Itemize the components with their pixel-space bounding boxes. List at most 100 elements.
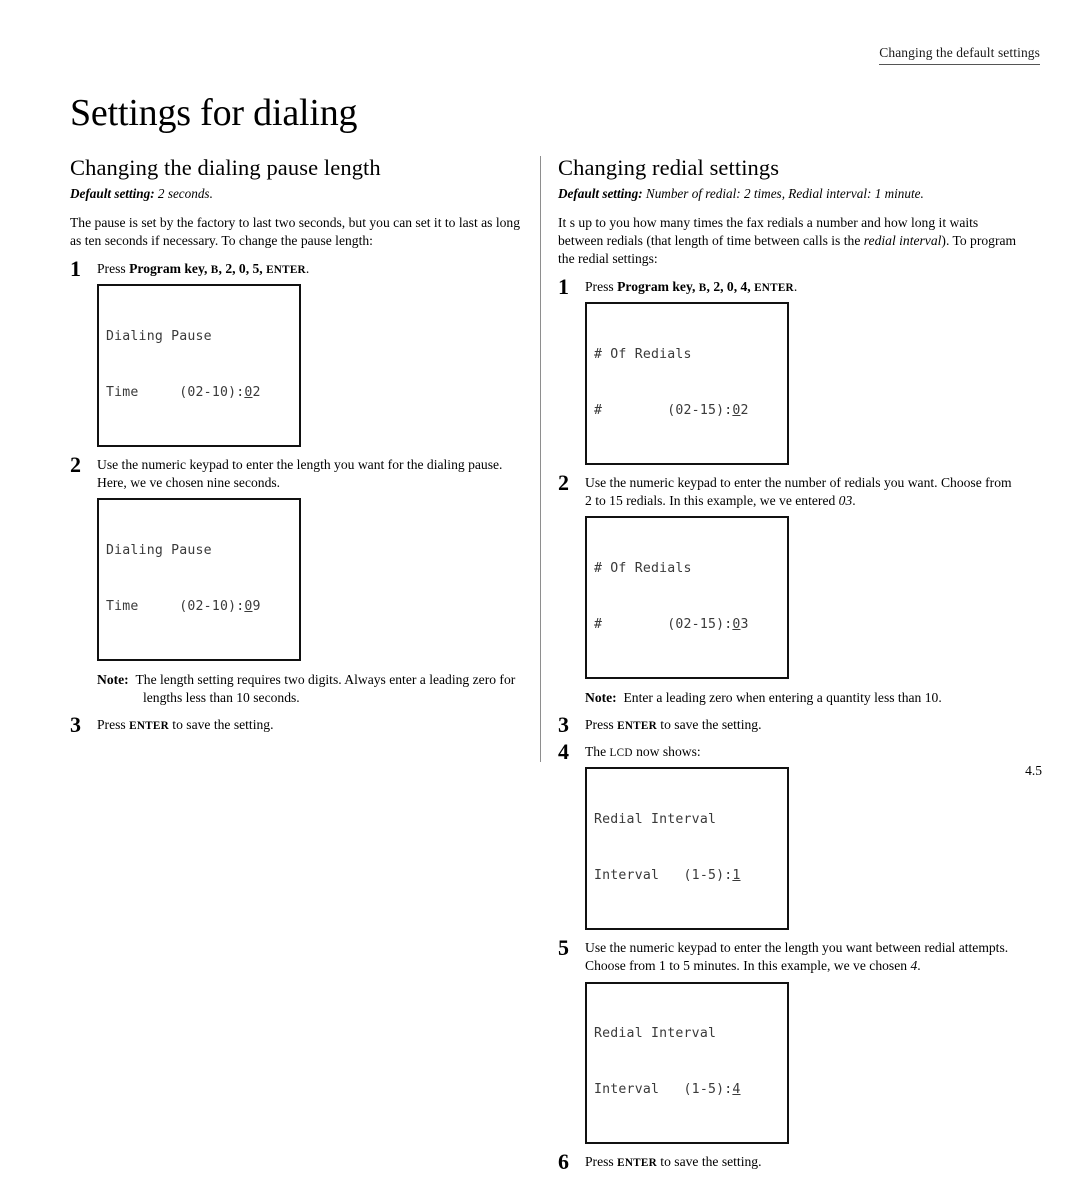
right-lcd-display-4: Redial Interval Interval (1-5):4 — [585, 981, 789, 1145]
left-section-title: Changing the dialing pause length — [70, 155, 381, 180]
right-step-3: 3 Press ENTER to save the setting. — [558, 712, 1018, 737]
right-intro-paragraph: It s up to you how many times the fax re… — [558, 214, 1018, 268]
right-lcd-2-line-2: # (02-15):03 — [594, 616, 780, 635]
right-lcd-4-cursor-digit: 4 — [732, 1082, 741, 1098]
left-step-1-enter-key: ENTER — [266, 264, 306, 277]
right-step-5-number: 5 — [558, 935, 569, 961]
page-number: 4.5 — [1025, 763, 1042, 778]
right-step-6-enter-key: ENTER — [617, 1157, 657, 1170]
right-default-setting: Default setting: Number of redial: 2 tim… — [558, 185, 1018, 202]
right-lcd-1-cursor-digit: 0 — [732, 403, 741, 419]
right-step-4-text: The LCD now shows: — [585, 743, 1018, 761]
right-step-6: 6 Press ENTER to save the setting. — [558, 1149, 1018, 1174]
left-lcd-2-line-2-post: 9 — [252, 598, 261, 614]
right-step-1-text: Press Program key, B, 2, 0, 4, ENTER. — [585, 278, 1018, 296]
right-step-2: 2 Use the numeric keypad to enter the nu… — [558, 470, 1018, 680]
right-step-5-pre: Use the numeric keypad to enter the leng… — [585, 940, 1009, 974]
right-lcd-4-line-2: Interval (1-5):4 — [594, 1081, 780, 1100]
right-step-6-post: to save the setting. — [656, 1154, 762, 1170]
left-step-1-key-b: B — [210, 264, 219, 277]
right-step-6-pre: Press — [585, 1154, 618, 1170]
running-header: Changing the default settings — [879, 44, 1040, 66]
right-step-5-italic-value: 4 — [910, 958, 918, 974]
right-lcd-2-line-2-post: 3 — [740, 617, 749, 633]
right-lcd-4-line-1: Redial Interval — [594, 1025, 717, 1041]
right-step-1-number: 1 — [558, 274, 569, 300]
left-step-1-keys: , 2, 0, 5, — [218, 261, 267, 277]
right-lcd-4-line-2-pre: Interval (1-5): — [594, 1082, 733, 1098]
right-default-setting-label: Default setting: — [558, 185, 643, 201]
left-step-3-pre: Press — [97, 717, 130, 733]
right-step-2-italic-value: 03 — [838, 493, 853, 509]
left-step-1-bold: Program key, — [129, 261, 211, 277]
right-lcd-2-cursor-digit: 0 — [732, 617, 741, 633]
right-lcd-display-1: # Of Redials # (02-15):02 — [585, 302, 789, 466]
right-lcd-1-line-1: # Of Redials — [594, 346, 692, 362]
right-step-3-pre: Press — [585, 717, 618, 733]
left-lcd-1-cursor-digit: 0 — [244, 384, 253, 400]
left-lcd-display-2: Dialing Pause Time (02-10):09 — [97, 498, 301, 662]
left-step-1-post: . — [305, 261, 310, 277]
right-lcd-1-line-2: # (02-15):02 — [594, 402, 780, 421]
right-step-6-text: Press ENTER to save the setting. — [585, 1153, 1018, 1171]
left-lcd-1-line-2: Time (02-10):02 — [106, 384, 292, 403]
right-step-1: 1 Press Program key, B, 2, 0, 4, ENTER. … — [558, 274, 1018, 466]
left-step-3-text: Press ENTER to save the setting. — [97, 716, 520, 734]
right-lcd-3-line-2-pre: Interval (1-5): — [594, 868, 733, 884]
left-lcd-display-1: Dialing Pause Time (02-10):02 — [97, 284, 301, 448]
left-step-1-pre: Press — [97, 261, 130, 277]
right-intro-italic: redial interval — [863, 233, 942, 249]
right-step-5-text: Use the numeric keypad to enter the leng… — [585, 939, 1018, 975]
left-step-2-number: 2 — [70, 452, 81, 478]
left-lcd-1-line-2-post: 2 — [252, 384, 261, 400]
right-step-1-post: . — [793, 279, 798, 295]
right-step-1-keys: , 2, 0, 4, — [706, 279, 755, 295]
right-step-5-post: . — [917, 958, 921, 974]
right-lcd-2-line-2-pre: # (02-15): — [594, 617, 733, 633]
left-column: Changing the dialing pause length Defaul… — [70, 155, 521, 737]
right-step-1-pre: Press — [585, 279, 618, 295]
left-intro-paragraph: The pause is set by the factory to last … — [70, 215, 521, 249]
left-step-1: 1 Press Program key, B, 2, 0, 5, ENTER. … — [70, 256, 520, 448]
left-step-3: 3 Press ENTER to save the setting. — [70, 712, 520, 737]
left-step-1-text: Press Program key, B, 2, 0, 5, ENTER. — [97, 260, 520, 278]
right-step-2-text: Use the numeric keypad to enter the numb… — [585, 474, 1018, 510]
right-step-3-text: Press ENTER to save the setting. — [585, 716, 1018, 734]
left-lcd-2-line-1: Dialing Pause — [106, 542, 212, 558]
right-default-setting-value: Number of redial: 2 times, Redial interv… — [642, 185, 924, 201]
right-note-label: Note: — [585, 690, 617, 706]
left-lcd-2-line-2: Time (02-10):09 — [106, 598, 292, 617]
right-step-3-number: 3 — [558, 712, 569, 738]
running-header-rule — [879, 64, 1040, 66]
left-step-3-enter-key: ENTER — [129, 720, 169, 733]
right-step-5: 5 Use the numeric keypad to enter the le… — [558, 935, 1018, 1145]
left-step-2-text: Use the numeric keypad to enter the leng… — [97, 457, 503, 491]
right-step-4-pre: The — [585, 744, 610, 760]
right-lcd-display-3: Redial Interval Interval (1-5):1 — [585, 767, 789, 931]
right-step-1-bold: Program key, — [617, 279, 699, 295]
left-step-3-number: 3 — [70, 712, 81, 738]
left-default-setting-label: Default setting: — [70, 185, 155, 201]
left-lcd-1-line-2-pre: Time (02-10): — [106, 384, 245, 400]
right-lcd-3-line-2: Interval (1-5):1 — [594, 867, 780, 886]
right-step-2-pre: Use the numeric keypad to enter the numb… — [585, 475, 1012, 509]
right-step-1-enter-key: ENTER — [754, 282, 794, 295]
right-step-1-key-b: B — [698, 282, 707, 295]
right-lcd-display-2: # Of Redials # (02-15):03 — [585, 516, 789, 680]
right-lcd-1-line-2-pre: # (02-15): — [594, 403, 733, 419]
left-step-1-number: 1 — [70, 256, 81, 282]
right-note: Note: Enter a leading zero when entering… — [558, 689, 1018, 707]
right-step-3-post: to save the setting. — [656, 717, 762, 733]
left-lcd-2-line-2-pre: Time (02-10): — [106, 598, 245, 614]
left-default-setting-value: 2 seconds. — [154, 185, 213, 201]
right-step-6-number: 6 — [558, 1149, 569, 1175]
right-lcd-3-line-1: Redial Interval — [594, 811, 717, 827]
right-step-2-number: 2 — [558, 470, 569, 496]
right-lcd-2-line-1: # Of Redials — [594, 560, 692, 576]
left-lcd-1-line-1: Dialing Pause — [106, 328, 212, 344]
right-lcd-1-line-2-post: 2 — [740, 403, 749, 419]
left-note-label: Note: — [97, 672, 129, 688]
right-column: Changing redial settings Default setting… — [558, 155, 1018, 1174]
left-lcd-2-cursor-digit: 0 — [244, 598, 253, 614]
right-step-4-number: 4 — [558, 739, 569, 765]
